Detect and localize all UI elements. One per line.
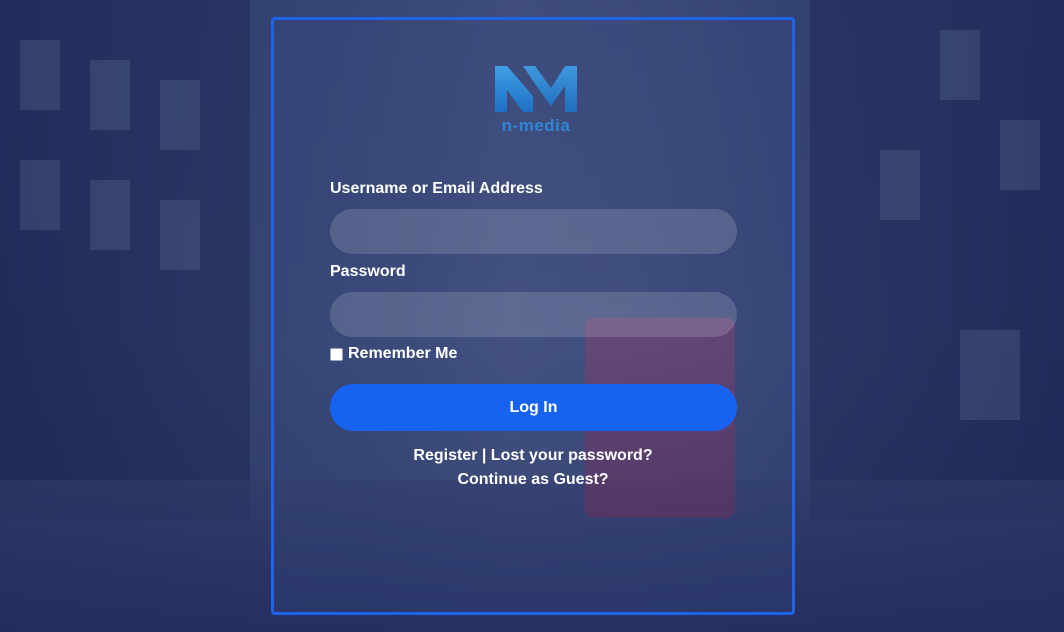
remember-me-checkbox[interactable] [330, 347, 343, 361]
remember-me-label[interactable]: Remember Me [348, 345, 457, 363]
building-right [810, 0, 1064, 520]
continue-as-guest-link[interactable]: Continue as Guest? [457, 471, 608, 488]
building-window [160, 200, 200, 270]
link-separator: | [477, 447, 491, 464]
building-window [20, 40, 60, 110]
building-window [1000, 120, 1040, 190]
building-window [160, 80, 200, 150]
username-label: Username or Email Address [330, 180, 543, 197]
building-window [20, 160, 60, 230]
nm-logo-icon [495, 66, 577, 112]
building-window [90, 60, 130, 130]
register-link[interactable]: Register [413, 447, 477, 464]
login-card: n-media Username or Email Address Passwo… [271, 17, 795, 615]
building-window [960, 330, 1020, 420]
building-window [940, 30, 980, 100]
logo-text: n-media [501, 116, 571, 135]
register-lost-row: Register | Lost your password? [274, 444, 792, 468]
remember-me-row[interactable]: Remember Me [330, 345, 457, 363]
password-label: Password [330, 263, 406, 280]
building-window [880, 150, 920, 220]
password-input[interactable] [330, 292, 737, 337]
guest-row: Continue as Guest? [274, 468, 792, 492]
account-links: Register | Lost your password? Continue … [274, 444, 792, 492]
username-input[interactable] [330, 209, 737, 254]
lost-password-link[interactable]: Lost your password? [491, 447, 653, 464]
building-window [90, 180, 130, 250]
brand-logo: n-media [493, 60, 579, 136]
login-button[interactable]: Log In [330, 384, 737, 431]
